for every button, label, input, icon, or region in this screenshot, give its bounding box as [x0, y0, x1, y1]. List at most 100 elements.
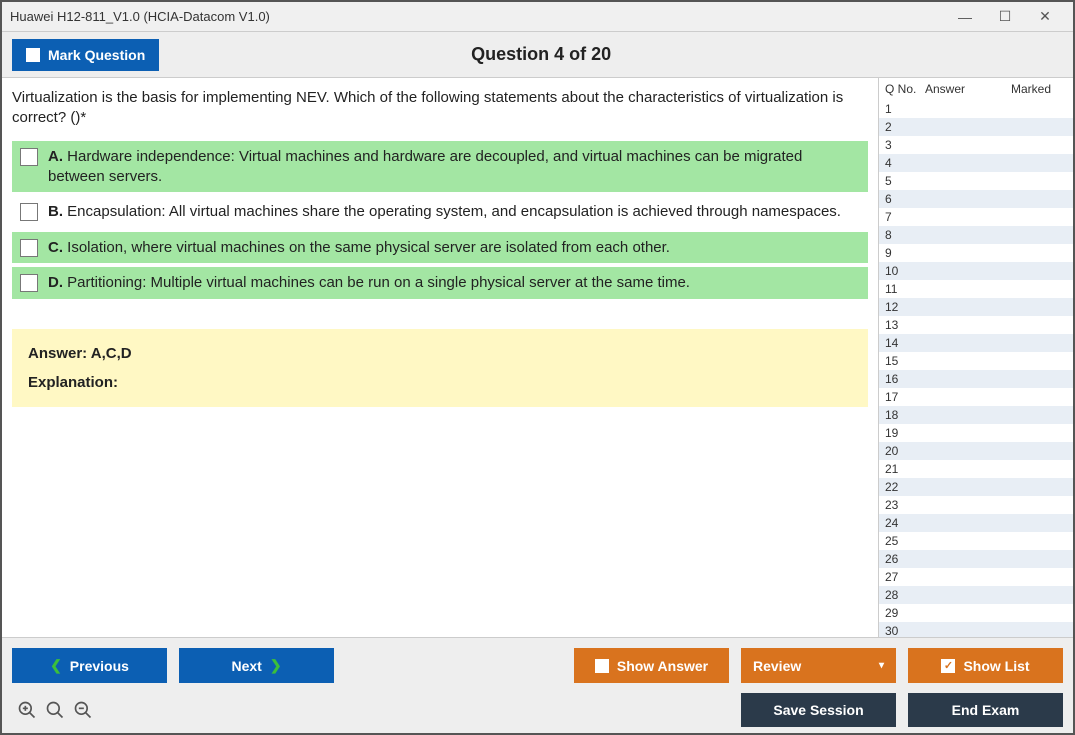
list-item[interactable]: 30 — [879, 622, 1073, 637]
title-bar: Huawei H12-811_V1.0 (HCIA-Datacom V1.0) … — [2, 2, 1073, 32]
previous-button[interactable]: ❮ Previous — [12, 648, 167, 683]
option-text: D. Partitioning: Multiple virtual machin… — [48, 273, 690, 293]
list-item[interactable]: 17 — [879, 388, 1073, 406]
review-button[interactable]: Review ▾ — [741, 648, 896, 683]
question-list-sidebar: Q No. Answer Marked 12345678910111213141… — [878, 78, 1073, 637]
checkbox-icon[interactable] — [20, 148, 38, 166]
qno-cell: 6 — [885, 192, 925, 206]
footer-row-1: ❮ Previous Next ❯ Show Answer Review ▾ ✓… — [12, 648, 1063, 683]
checkbox-icon[interactable] — [20, 203, 38, 221]
option-a[interactable]: A. Hardware independence: Virtual machin… — [12, 141, 868, 192]
explanation-label: Explanation: — [28, 374, 852, 391]
qno-cell: 12 — [885, 300, 925, 314]
list-item[interactable]: 9 — [879, 244, 1073, 262]
qno-cell: 11 — [885, 282, 925, 296]
qno-cell: 20 — [885, 444, 925, 458]
qno-cell: 4 — [885, 156, 925, 170]
footer: ❮ Previous Next ❯ Show Answer Review ▾ ✓… — [2, 637, 1073, 733]
list-item[interactable]: 16 — [879, 370, 1073, 388]
option-text: A. Hardware independence: Virtual machin… — [48, 147, 860, 186]
option-b[interactable]: B. Encapsulation: All virtual machines s… — [12, 196, 868, 228]
list-item[interactable]: 12 — [879, 298, 1073, 316]
chevron-down-icon: ▾ — [879, 660, 884, 671]
footer-row-2: Save Session End Exam — [12, 693, 1063, 727]
chevron-left-icon: ❮ — [50, 657, 62, 674]
option-d[interactable]: D. Partitioning: Multiple virtual machin… — [12, 267, 868, 299]
list-item[interactable]: 29 — [879, 604, 1073, 622]
header-bar: Mark Question Question 4 of 20 — [2, 32, 1073, 78]
end-exam-button[interactable]: End Exam — [908, 693, 1063, 727]
qno-cell: 28 — [885, 588, 925, 602]
qno-cell: 13 — [885, 318, 925, 332]
list-item[interactable]: 2 — [879, 118, 1073, 136]
zoom-icon[interactable] — [44, 699, 66, 721]
qno-cell: 16 — [885, 372, 925, 386]
col-answer: Answer — [925, 82, 995, 96]
list-item[interactable]: 15 — [879, 352, 1073, 370]
col-marked: Marked — [995, 82, 1067, 96]
check-icon: ✓ — [941, 659, 955, 673]
qno-cell: 5 — [885, 174, 925, 188]
zoom-in-icon[interactable] — [16, 699, 38, 721]
qno-cell: 21 — [885, 462, 925, 476]
list-item[interactable]: 18 — [879, 406, 1073, 424]
qno-cell: 1 — [885, 102, 925, 116]
qno-cell: 22 — [885, 480, 925, 494]
list-item[interactable]: 24 — [879, 514, 1073, 532]
checkbox-icon — [26, 48, 40, 62]
checkbox-icon[interactable] — [20, 274, 38, 292]
list-item[interactable]: 13 — [879, 316, 1073, 334]
qno-cell: 25 — [885, 534, 925, 548]
question-number-title: Question 4 of 20 — [159, 44, 923, 65]
list-item[interactable]: 28 — [879, 586, 1073, 604]
close-icon[interactable]: ✕ — [1025, 5, 1065, 29]
show-answer-button[interactable]: Show Answer — [574, 648, 729, 683]
list-item[interactable]: 23 — [879, 496, 1073, 514]
qno-cell: 14 — [885, 336, 925, 350]
qno-cell: 24 — [885, 516, 925, 530]
list-item[interactable]: 21 — [879, 460, 1073, 478]
qno-cell: 29 — [885, 606, 925, 620]
question-text: Virtualization is the basis for implemen… — [12, 88, 868, 127]
window-title: Huawei H12-811_V1.0 (HCIA-Datacom V1.0) — [10, 9, 945, 24]
list-item[interactable]: 4 — [879, 154, 1073, 172]
list-item[interactable]: 11 — [879, 280, 1073, 298]
qno-cell: 2 — [885, 120, 925, 134]
list-item[interactable]: 27 — [879, 568, 1073, 586]
mark-question-button[interactable]: Mark Question — [12, 39, 159, 71]
list-item[interactable]: 25 — [879, 532, 1073, 550]
list-item[interactable]: 6 — [879, 190, 1073, 208]
sidebar-header: Q No. Answer Marked — [879, 78, 1073, 100]
list-item[interactable]: 7 — [879, 208, 1073, 226]
content-pane: Virtualization is the basis for implemen… — [2, 78, 878, 637]
checkbox-icon[interactable] — [20, 239, 38, 257]
qno-cell: 19 — [885, 426, 925, 440]
next-button[interactable]: Next ❯ — [179, 648, 334, 683]
zoom-out-icon[interactable] — [72, 699, 94, 721]
main-area: Virtualization is the basis for implemen… — [2, 78, 1073, 637]
list-item[interactable]: 19 — [879, 424, 1073, 442]
answer-box: Answer: A,C,D Explanation: — [12, 329, 868, 407]
save-session-button[interactable]: Save Session — [741, 693, 896, 727]
list-item[interactable]: 8 — [879, 226, 1073, 244]
qno-cell: 30 — [885, 624, 925, 637]
list-item[interactable]: 5 — [879, 172, 1073, 190]
list-item[interactable]: 14 — [879, 334, 1073, 352]
list-item[interactable]: 3 — [879, 136, 1073, 154]
maximize-icon[interactable]: ☐ — [985, 5, 1025, 29]
option-text: C. Isolation, where virtual machines on … — [48, 238, 670, 258]
qno-cell: 15 — [885, 354, 925, 368]
qno-cell: 3 — [885, 138, 925, 152]
minimize-icon[interactable]: — — [945, 5, 985, 29]
list-item[interactable]: 22 — [879, 478, 1073, 496]
option-text: B. Encapsulation: All virtual machines s… — [48, 202, 841, 222]
question-list[interactable]: 1234567891011121314151617181920212223242… — [879, 100, 1073, 637]
option-c[interactable]: C. Isolation, where virtual machines on … — [12, 232, 868, 264]
list-item[interactable]: 26 — [879, 550, 1073, 568]
app-window: Huawei H12-811_V1.0 (HCIA-Datacom V1.0) … — [0, 0, 1075, 735]
show-list-button[interactable]: ✓ Show List — [908, 648, 1063, 683]
list-item[interactable]: 10 — [879, 262, 1073, 280]
list-item[interactable]: 20 — [879, 442, 1073, 460]
mark-question-label: Mark Question — [48, 47, 145, 63]
list-item[interactable]: 1 — [879, 100, 1073, 118]
